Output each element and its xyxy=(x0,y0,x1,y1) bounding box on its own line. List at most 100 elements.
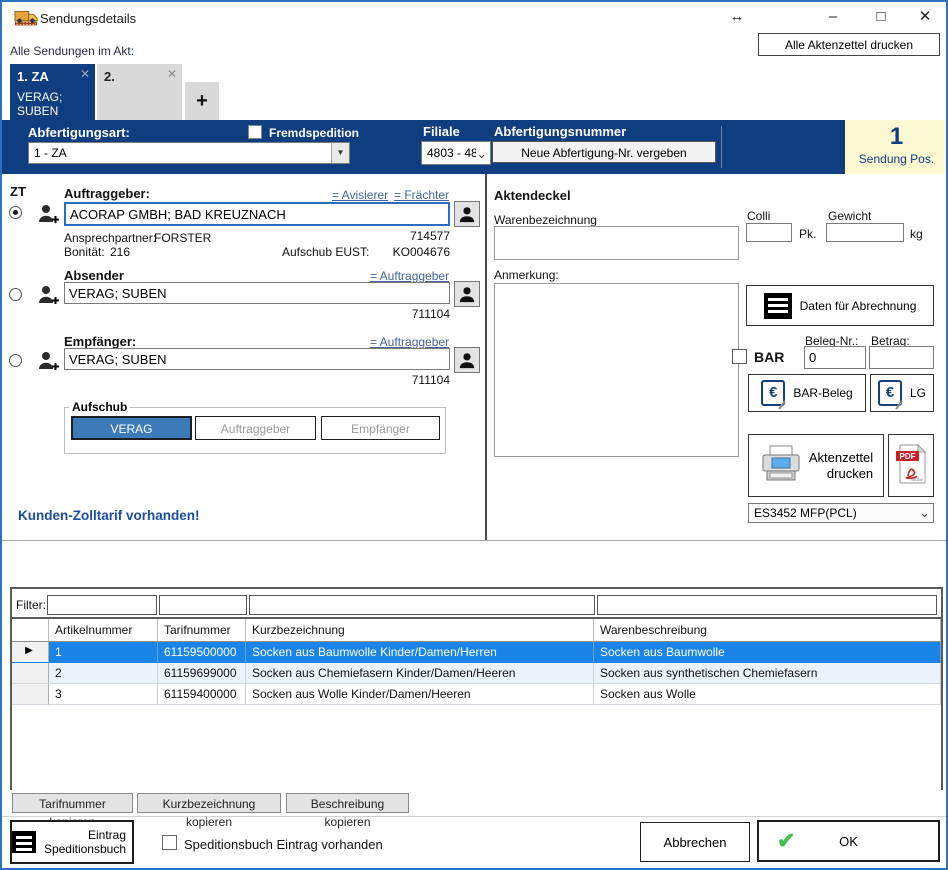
row-selector-arrow-icon: ▶ xyxy=(12,642,49,663)
table-header-row: Artikelnummer Tarifnummer Kurzbezeichnun… xyxy=(12,619,941,642)
tab2-title: 2. xyxy=(104,69,115,84)
pdf-button[interactable]: PDF Adobe xyxy=(888,434,934,497)
resize-icon[interactable]: ↔ xyxy=(724,7,750,27)
filter-warenbeschreibung-input[interactable] xyxy=(597,595,937,615)
col-warenbeschreibung[interactable]: Warenbeschreibung xyxy=(594,619,941,642)
cell-tarifnummer[interactable]: 61159699000 xyxy=(158,663,246,684)
add-shipment-tab-button[interactable]: + xyxy=(185,82,219,120)
gewicht-input[interactable] xyxy=(826,223,904,242)
cell-warenbeschreibung[interactable]: Socken aus synthetischen Chemiefasern xyxy=(594,663,941,684)
cell-artikelnummer[interactable]: 2 xyxy=(49,663,158,684)
aktenzettel-label-line1: Aktenzettel xyxy=(809,450,873,465)
bonitaet-label: Bonität: xyxy=(64,245,105,259)
tab1-close-icon[interactable]: ✕ xyxy=(80,67,90,81)
maximize-button[interactable]: □ xyxy=(868,7,894,27)
cell-kurzbezeichnung[interactable]: Socken aus Chemiefasern Kinder/Damen/Hee… xyxy=(246,663,594,684)
cell-artikelnummer[interactable]: 1 xyxy=(49,642,158,663)
cell-kurzbezeichnung[interactable]: Socken aus Wolle Kinder/Damen/Heeren xyxy=(246,684,594,705)
cell-warenbeschreibung[interactable]: Socken aus Baumwolle xyxy=(594,642,941,663)
add-person-icon[interactable] xyxy=(36,349,60,373)
filter-tarifnummer-input[interactable] xyxy=(159,595,247,615)
speditionsbuch-checkbox[interactable] xyxy=(162,835,177,850)
col-tarifnummer[interactable]: Tarifnummer xyxy=(158,619,246,642)
colli-label: Colli xyxy=(747,209,770,223)
copy-beschreibung-button[interactable]: Beschreibung kopieren xyxy=(286,793,409,813)
cell-kurzbezeichnung[interactable]: Socken aus Baumwolle Kinder/Damen/Herren xyxy=(246,642,594,663)
aktenzettel-drucken-button[interactable]: Aktenzettel drucken xyxy=(748,434,884,497)
ok-button[interactable]: ✔ OK xyxy=(757,820,940,862)
filter-artikelnummer-input[interactable] xyxy=(47,595,157,615)
copy-tarifnummer-button[interactable]: Tarifnummer kopieren xyxy=(12,793,133,813)
aktendeckel-title: Aktendeckel xyxy=(494,188,571,203)
auftraggeber-input[interactable] xyxy=(64,202,450,226)
cell-artikelnummer[interactable]: 3 xyxy=(49,684,158,705)
empfaenger-input[interactable] xyxy=(64,348,450,370)
colli-input[interactable] xyxy=(746,223,792,242)
filter-kurzbezeichnung-input[interactable] xyxy=(249,595,595,615)
tab-shipment-2[interactable]: 2. ✕ xyxy=(97,64,182,120)
minimize-button[interactable]: – xyxy=(820,7,846,27)
speditionsbuch-label-line2: Speditionsbuch xyxy=(44,842,126,856)
copy-kurzbezeichnung-button[interactable]: Kurzbezeichnung kopieren xyxy=(137,793,281,813)
bar-checkbox[interactable] xyxy=(732,349,747,364)
tab2-close-icon[interactable]: ✕ xyxy=(167,67,177,81)
tab-shipment-1[interactable]: 1. ZA ✕ VERAG; SUBEN xyxy=(10,64,95,120)
truck-icon xyxy=(14,8,38,28)
absender-input[interactable] xyxy=(64,282,450,304)
table-row[interactable]: 3 61159400000 Socken aus Wolle Kinder/Da… xyxy=(12,684,941,705)
filiale-select[interactable]: 4803 - 480 ⌄ xyxy=(421,141,491,165)
cell-tarifnummer[interactable]: 61159400000 xyxy=(158,684,246,705)
absender-auftraggeber-link[interactable]: = Auftraggeber xyxy=(370,269,449,283)
filter-label: Filter: xyxy=(16,598,46,612)
beleg-nr-input[interactable] xyxy=(804,346,866,369)
add-person-icon[interactable] xyxy=(36,283,60,307)
zt-radio-absender[interactable] xyxy=(9,288,22,301)
panel-bottom-divider xyxy=(2,540,946,541)
aufschub-auftraggeber-button[interactable]: Auftraggeber xyxy=(195,416,316,440)
betrag-input[interactable] xyxy=(869,346,934,369)
abbrechen-button[interactable]: Abbrechen xyxy=(640,822,750,862)
ok-button-label: OK xyxy=(839,834,858,849)
aufschub-eust-label: Aufschub EUST: xyxy=(282,245,369,259)
abfertigungsart-value: 1 - ZA xyxy=(34,146,67,160)
chevron-down-icon[interactable]: ⌄ xyxy=(919,505,930,521)
table-row[interactable]: ▶ 1 61159500000 Socken aus Baumwolle Kin… xyxy=(12,642,941,663)
warenbezeichnung-input[interactable] xyxy=(494,226,739,260)
zt-radio-empfaenger[interactable] xyxy=(9,354,22,367)
empfaenger-person-button[interactable] xyxy=(454,347,480,373)
absender-person-button[interactable] xyxy=(454,281,480,307)
daten-fuer-abrechnung-button[interactable]: Daten für Abrechnung xyxy=(746,285,934,326)
col-kurzbezeichnung[interactable]: Kurzbezeichnung xyxy=(246,619,594,642)
ansprechpartner-label: Ansprechpartner: xyxy=(64,231,156,245)
cell-tarifnummer[interactable]: 61159500000 xyxy=(158,642,246,663)
aufschub-group: Aufschub VERAG Auftraggeber Empfänger xyxy=(64,400,446,454)
fraechter-link[interactable]: = Frächter xyxy=(394,188,449,202)
eintrag-speditionsbuch-button[interactable]: Eintrag Speditionsbuch xyxy=(10,820,134,864)
abfertigungsnummer-label: Abfertigungsnummer xyxy=(494,124,626,139)
cell-warenbeschreibung[interactable]: Socken aus Wolle xyxy=(594,684,941,705)
aufschub-empfaenger-button[interactable]: Empfänger xyxy=(321,416,440,440)
abfertigungsart-select[interactable]: 1 - ZA ▼ xyxy=(28,142,350,164)
anmerkung-input[interactable] xyxy=(494,283,739,457)
print-all-aktenzettel-button[interactable]: Alle Aktenzettel drucken xyxy=(758,33,940,56)
zt-radio-auftraggeber[interactable] xyxy=(9,206,22,219)
sendung-position-box: 1 Sendung Pos. xyxy=(844,120,948,174)
lg-button[interactable]: € LG xyxy=(870,374,934,412)
table-row[interactable]: 2 61159699000 Socken aus Chemiefasern Ki… xyxy=(12,663,941,684)
avisierer-link[interactable]: = Avisierer xyxy=(332,188,388,202)
col-artikelnummer[interactable]: Artikelnummer xyxy=(49,619,158,642)
bar-label: BAR xyxy=(754,349,784,365)
chevron-down-icon[interactable]: ⌄ xyxy=(476,146,487,162)
tab1-title: 1. ZA xyxy=(17,69,49,84)
empfaenger-auftraggeber-link[interactable]: = Auftraggeber xyxy=(370,335,449,349)
bar-beleg-button[interactable]: € BAR-Beleg xyxy=(748,374,866,412)
aufschub-verag-button[interactable]: VERAG xyxy=(71,416,192,440)
auftraggeber-person-button[interactable] xyxy=(454,201,480,227)
speditionsbuch-checkbox-label: Speditionsbuch Eintrag vorhanden xyxy=(184,837,383,852)
printer-select[interactable]: ES3452 MFP(PCL) ⌄ xyxy=(748,503,934,523)
add-person-icon[interactable] xyxy=(36,202,60,226)
neue-abfertigungsnummer-button[interactable]: Neue Abfertigung-Nr. vergeben xyxy=(492,141,716,163)
dropdown-arrow-icon[interactable]: ▼ xyxy=(331,143,349,163)
fremdspedition-checkbox[interactable] xyxy=(248,125,262,139)
close-button[interactable]: ✕ xyxy=(912,7,938,27)
